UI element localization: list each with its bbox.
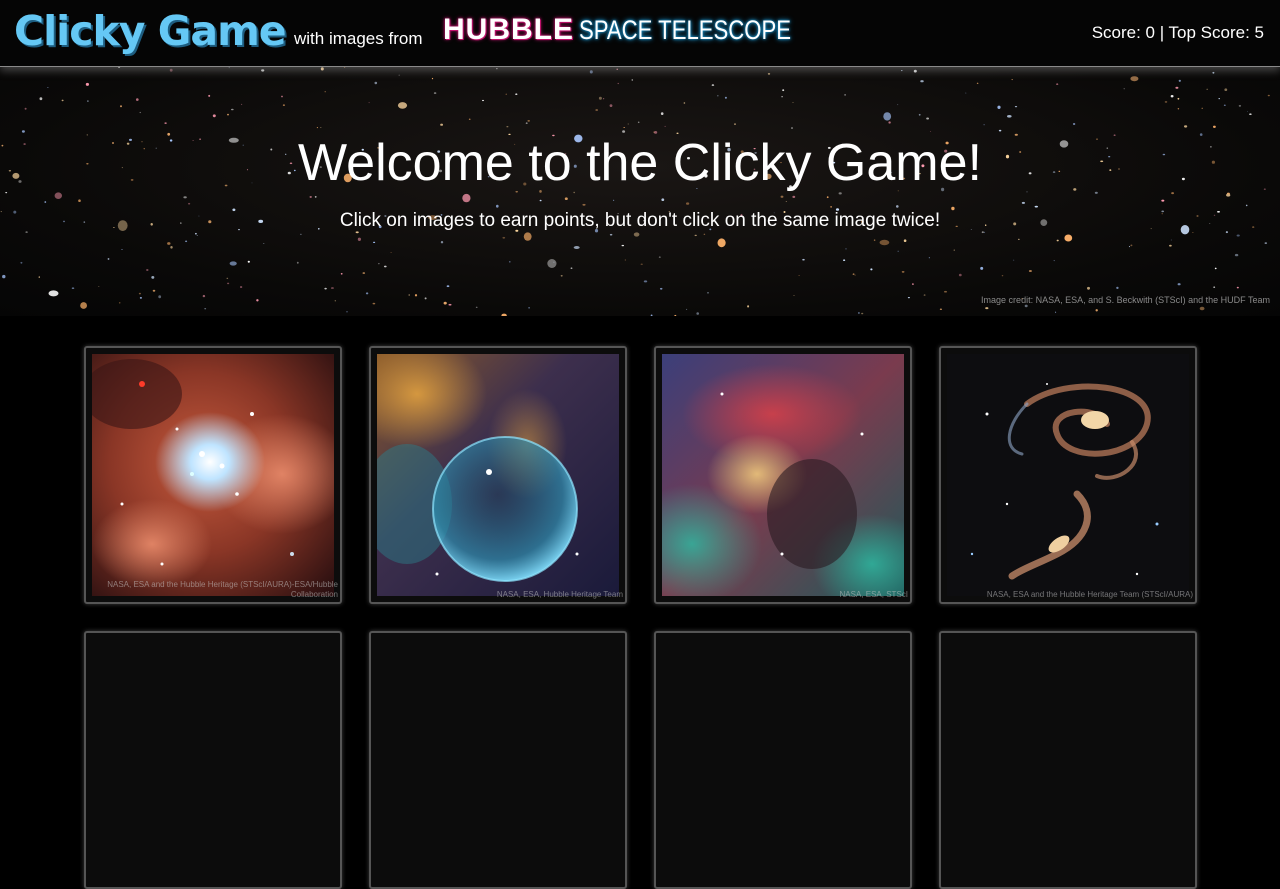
hero-subtitle: Click on images to earn points, but don'…	[339, 210, 941, 231]
hubble-logo-word: HUBBLE	[443, 13, 574, 46]
image-caption: NASA, ESA and the Hubble Heritage (STScI…	[107, 580, 338, 599]
hero-jumbotron: Welcome to the Clicky Game! Click on ima…	[0, 67, 1280, 316]
image-card[interactable]	[369, 631, 627, 889]
image-caption: NASA, ESA, STScI	[839, 590, 908, 599]
hubble-logo: HUBBLE SPACE TELESCOPE	[443, 13, 838, 51]
bubble-nebula-image	[377, 354, 619, 596]
score-display: Score: 0 | Top Score: 5	[1091, 23, 1264, 42]
navbar: Clicky Game with images from HUBBLE SPACE…	[0, 0, 1280, 67]
brand-title[interactable]: Clicky Game	[14, 7, 287, 55]
lagoon-nebula-image	[662, 354, 904, 596]
image-caption: NASA, ESA, Hubble Heritage Team	[496, 590, 623, 599]
hero-image-credit: Image credit: NASA, ESA, and S. Beckwith…	[981, 295, 1270, 305]
image-card[interactable]: NASA, ESA and the Hubble Heritage (STScI…	[84, 346, 342, 604]
image-card[interactable]: NASA, ESA and the Hubble Heritage Team (…	[939, 346, 1197, 604]
image-card[interactable]	[654, 631, 912, 889]
image-card[interactable]	[939, 631, 1197, 889]
image-caption: NASA, ESA and the Hubble Heritage Team (…	[986, 590, 1193, 599]
hero-title: Welcome to the Clicky Game!	[298, 134, 982, 192]
image-card[interactable]	[84, 631, 342, 889]
image-card[interactable]: NASA, ESA, STScI	[654, 346, 912, 604]
star-cluster-nebula-image	[92, 354, 334, 596]
interacting-galaxies-image	[947, 354, 1189, 596]
space-telescope-logo-word: SPACE TELESCOPE	[579, 15, 792, 45]
brand-with-text: with images from	[294, 29, 423, 48]
image-card[interactable]: NASA, ESA, Hubble Heritage Team	[369, 346, 627, 604]
